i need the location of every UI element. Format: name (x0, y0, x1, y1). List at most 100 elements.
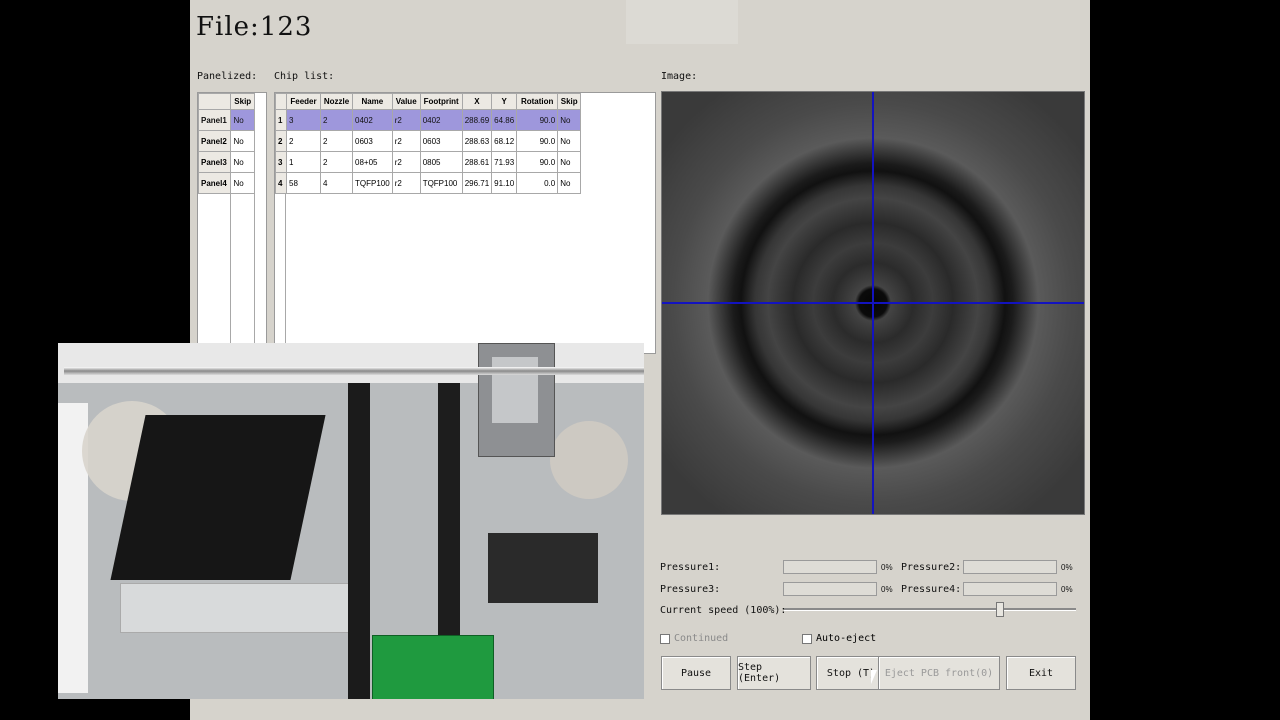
chip-row[interactable]: 3 1 2 08+05 r2 0805 288.61 71.93 90.0 No (275, 151, 582, 173)
panel-table[interactable]: Skip Panel1 No Panel2 No Panel3 No Panel… (197, 92, 267, 354)
file-title: File:123 (196, 12, 313, 42)
chip-cell-value[interactable]: r2 (391, 109, 421, 131)
chip-cell-skip[interactable]: No (557, 130, 582, 152)
pressure4-value: 0% (1061, 585, 1073, 594)
speed-slider-track[interactable] (784, 608, 1076, 611)
chip-header-footprint[interactable]: Footprint (419, 93, 463, 110)
chip-cell-feeder[interactable]: 3 (286, 109, 321, 131)
crosshair-vertical (872, 92, 874, 514)
chip-cell-value[interactable]: r2 (391, 151, 421, 173)
chip-cell-y[interactable]: 68.12 (491, 130, 518, 152)
chip-cell-skip[interactable]: No (557, 109, 582, 131)
chip-cell-footprint[interactable]: 0805 (419, 151, 463, 173)
title-area-blank (626, 0, 738, 44)
panel-header-corner (197, 93, 232, 110)
pressure3-bar (783, 582, 877, 596)
chip-cell-value[interactable]: r2 (391, 172, 421, 194)
chip-cell-skip[interactable]: No (557, 151, 582, 173)
mouse-pointer-icon (871, 670, 877, 684)
panel-row-name[interactable]: Panel2 (197, 130, 232, 152)
chip-cell-name[interactable]: 0402 (352, 109, 393, 131)
component-tray (110, 415, 326, 580)
continued-label: Continued (674, 633, 729, 644)
chip-row-index[interactable]: 2 (275, 130, 287, 152)
chip-cell-y[interactable]: 64.86 (491, 109, 518, 131)
chip-cell-name[interactable]: TQFP100 (352, 172, 393, 194)
continued-checkbox[interactable]: Continued (660, 633, 728, 644)
chip-cell-nozzle[interactable]: 4 (320, 172, 353, 194)
pressure4-label: Pressure4: (901, 584, 962, 595)
chip-cell-y[interactable]: 91.10 (491, 172, 518, 194)
chip-header-value[interactable]: Value (391, 93, 421, 110)
step-button[interactable]: Step (Enter) (737, 656, 811, 690)
chip-row[interactable]: 2 2 2 0603 r2 0603 288.63 68.12 90.0 No (275, 130, 582, 152)
panel-row-skip[interactable]: No (230, 109, 255, 131)
chip-cell-skip[interactable]: No (557, 172, 582, 194)
chip-cell-feeder[interactable]: 1 (286, 151, 321, 173)
chip-header-index (275, 93, 287, 110)
chip-cell-rotation[interactable]: 90.0 (516, 151, 559, 173)
chip-header-feeder[interactable]: Feeder (286, 93, 321, 110)
chip-row-index[interactable]: 3 (275, 151, 287, 173)
chip-table[interactable]: Feeder Nozzle Name Value Footprint X Y R… (274, 92, 656, 354)
chip-cell-x[interactable]: 288.63 (461, 130, 493, 152)
pause-button[interactable]: Pause (661, 656, 731, 690)
panel-row-name[interactable]: Panel4 (197, 172, 232, 194)
pressure2-value: 0% (1061, 563, 1073, 572)
camera-image (661, 91, 1085, 515)
chip-header-name[interactable]: Name (352, 93, 393, 110)
chip-header-x[interactable]: X (461, 93, 493, 110)
chip-cell-name[interactable]: 0603 (352, 130, 393, 152)
image-label: Image: (661, 71, 698, 82)
chip-cell-nozzle[interactable]: 2 (320, 130, 353, 152)
chip-header-skip[interactable]: Skip (557, 93, 582, 110)
chip-cell-footprint[interactable]: 0603 (419, 130, 463, 152)
chip-header-nozzle[interactable]: Nozzle (320, 93, 353, 110)
chip-cell-x[interactable]: 296.71 (461, 172, 493, 194)
chip-cell-value[interactable]: r2 (391, 130, 421, 152)
continued-checkbox-box[interactable] (660, 633, 670, 644)
panel-row-name[interactable]: Panel3 (197, 151, 232, 173)
auto-eject-checkbox-box[interactable] (802, 633, 812, 644)
chip-cell-rotation[interactable]: 90.0 (516, 130, 559, 152)
chip-cell-rotation[interactable]: 0.0 (516, 172, 559, 194)
panel-row[interactable]: Panel4 No (197, 172, 255, 194)
panel-row[interactable]: Panel1 No (197, 109, 255, 131)
panel-header-skip[interactable]: Skip (230, 93, 255, 110)
chip-cell-nozzle[interactable]: 2 (320, 109, 353, 131)
chip-cell-x[interactable]: 288.61 (461, 151, 493, 173)
chip-row-index[interactable]: 1 (275, 109, 287, 131)
chip-header-rotation[interactable]: Rotation (516, 93, 559, 110)
chip-cell-nozzle[interactable]: 2 (320, 151, 353, 173)
chip-cell-x[interactable]: 288.69 (461, 109, 493, 131)
pressure1-value: 0% (881, 563, 893, 572)
pressure4-bar (963, 582, 1057, 596)
chip-cell-footprint[interactable]: 0402 (419, 109, 463, 131)
pressure2-bar (963, 560, 1057, 574)
chip-cell-rotation[interactable]: 90.0 (516, 109, 559, 131)
exit-button[interactable]: Exit (1006, 656, 1076, 690)
chip-cell-footprint[interactable]: TQFP100 (419, 172, 463, 194)
feeder-block (488, 533, 598, 603)
panel-row-skip[interactable]: No (230, 151, 255, 173)
chip-cell-feeder[interactable]: 2 (286, 130, 321, 152)
pressure3-label: Pressure3: (660, 584, 721, 595)
chip-row-index[interactable]: 4 (275, 172, 287, 194)
panel-row[interactable]: Panel3 No (197, 151, 255, 173)
gantry-rail (64, 367, 644, 375)
panel-row-skip[interactable]: No (230, 172, 255, 194)
panel-row-skip[interactable]: No (230, 130, 255, 152)
eject-pcb-button[interactable]: Eject PCB front(0) (878, 656, 1000, 690)
chip-cell-name[interactable]: 08+05 (352, 151, 393, 173)
panel-row[interactable]: Panel2 No (197, 130, 255, 152)
chip-cell-feeder[interactable]: 58 (286, 172, 321, 194)
pressure1-bar (783, 560, 877, 574)
chip-header-y[interactable]: Y (491, 93, 518, 110)
chip-row[interactable]: 4 58 4 TQFP100 r2 TQFP100 296.71 91.10 0… (275, 172, 582, 194)
chip-row[interactable]: 1 3 2 0402 r2 0402 288.69 64.86 90.0 No (275, 109, 582, 131)
auto-eject-checkbox[interactable]: Auto-eject (802, 633, 876, 644)
reel-icon (550, 421, 628, 499)
panel-row-name[interactable]: Panel1 (197, 109, 232, 131)
speed-slider-thumb[interactable] (996, 602, 1005, 617)
chip-cell-y[interactable]: 71.93 (491, 151, 518, 173)
